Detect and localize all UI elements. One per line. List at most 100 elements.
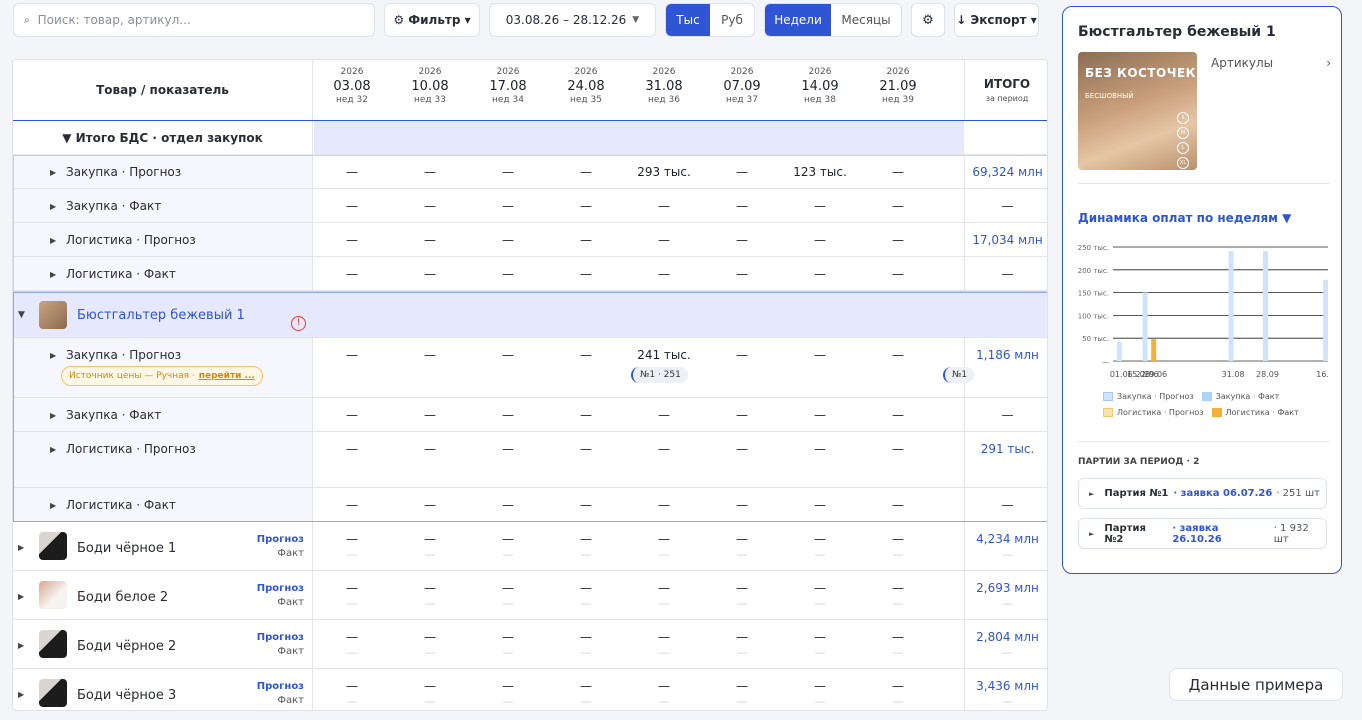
forecast-cell: — — [424, 532, 436, 546]
order-link[interactable]: · заявка 26.10.26 — [1172, 523, 1269, 545]
metric-row[interactable]: ▶Логистика · Прогноз—————————291 тыс. — [13, 432, 1047, 488]
chart-bar[interactable] — [1116, 341, 1122, 361]
product-row[interactable]: ▶ Боди чёрное 3 Прогноз Факт — — — — — — — — — — — — — — —… — [13, 669, 1047, 710]
expand-icon[interactable]: ▶ — [18, 592, 24, 601]
filter-button[interactable]: ⚙ Фильтр ▾ — [384, 3, 480, 37]
forecast-cell: — — [346, 581, 358, 595]
value-cell: 123 тыс. — [793, 165, 847, 179]
forecast-cell: — — [892, 532, 904, 546]
fact-cell: — — [580, 597, 592, 610]
forecast-fact-labels: Прогноз Факт — [256, 583, 304, 608]
total-cell: 1,186 млн — [964, 338, 1047, 397]
dynamics-dropdown[interactable]: Динамика оплат по неделям ▼ — [1078, 211, 1291, 225]
y-tick-label: 250 тыс. — [1078, 244, 1109, 252]
collapse-icon[interactable]: ▼ — [18, 310, 25, 320]
value-cell: — — [424, 442, 436, 456]
panel-title: Бюстгальтер бежевый 1 — [1078, 24, 1276, 40]
value-cell: — — [736, 348, 748, 362]
value-cell: — — [658, 267, 670, 281]
total-cell: 291 тыс. — [964, 432, 1047, 487]
party-item-1[interactable]: ► Партия №1 · заявка 06.07.26 · 251 шт — [1078, 478, 1327, 509]
chart-bar[interactable] — [1151, 339, 1157, 361]
value-cell: — — [736, 442, 748, 456]
fact-cell: — — [892, 597, 904, 610]
expand-icon[interactable]: ▶ — [18, 690, 24, 699]
expand-icon[interactable]: ▶ — [50, 411, 56, 420]
search-input[interactable]: ⌕ Поиск: товар, артикул... — [13, 3, 375, 37]
batch-pill[interactable]: №1 · 251 — [631, 367, 688, 383]
product-row[interactable]: ▶ Боди чёрное 2 Прогноз Факт — — — — — — — — — — — — — — —… — [13, 620, 1047, 669]
value-cell: — — [424, 408, 436, 422]
expanded-product-row[interactable]: ▼ Бюстгальтер бежевый 1 ! — [13, 292, 1047, 338]
fact-cell: — — [814, 597, 826, 610]
expand-icon[interactable]: ▶ — [50, 202, 56, 211]
chart-bar[interactable] — [1323, 279, 1328, 361]
fact-cell: — — [346, 646, 358, 659]
articles-link[interactable]: Артикулы › — [1211, 56, 1331, 70]
export-button[interactable]: ↓ Экспорт ▾ — [954, 3, 1039, 37]
price-source-link[interactable]: перейти ... — [199, 371, 255, 381]
product-row[interactable]: ▶ Боди белое 2 Прогноз Факт — — — — — — — — — — — — — — — —… — [13, 571, 1047, 620]
value-cell: — — [736, 165, 748, 179]
product-thumbnail — [39, 581, 67, 609]
fact-cell: — — [736, 695, 748, 708]
expanded-product-name[interactable]: Бюстгальтер бежевый 1 — [77, 308, 245, 323]
order-link[interactable]: · заявка 06.07.26 — [1173, 488, 1272, 499]
week-column-header: 2026 31.08 нед 36 — [645, 67, 683, 105]
week-column-header: 2026 17.08 нед 34 — [489, 67, 527, 105]
expand-icon[interactable]: ▶ — [50, 236, 56, 245]
forecast-cell: — — [736, 679, 748, 693]
expand-icon[interactable]: ▶ — [50, 501, 56, 510]
fact-cell: — — [814, 548, 826, 561]
metric-row[interactable]: ▶ Закупка · Прогноз Источник цены — Ручная… — [13, 338, 1047, 398]
chart-bar[interactable] — [1228, 251, 1234, 361]
expand-icon[interactable]: ▶ — [50, 168, 56, 177]
expand-icon[interactable]: ▶ — [50, 270, 56, 279]
expand-icon[interactable]: ▶ — [18, 641, 24, 650]
product-name[interactable]: Боди чёрное 3 — [77, 688, 176, 703]
product-name-cell: ▶ Боди чёрное 2 Прогноз Факт — [13, 620, 313, 668]
units-rubles-button[interactable]: Руб — [710, 4, 754, 36]
product-row[interactable]: ▶ Боди чёрное 1 Прогноз Факт — — — — — — — — — — — — — — —… — [13, 522, 1047, 571]
units-thousands-button[interactable]: Тыс — [666, 4, 710, 36]
product-photo: БЕЗ КОСТОЧЕК БЕСШОВНЫЙ S M L XL — [1078, 52, 1197, 170]
value-cell: — — [346, 498, 358, 512]
legend-swatch — [1103, 392, 1113, 401]
product-name-cell: ▶ Боди белое 2 Прогноз Факт — [13, 571, 313, 619]
forecast-cell: — — [814, 532, 826, 546]
party-item-2[interactable]: ► Партия №2 · заявка 26.10.26 · 1 932 шт — [1078, 518, 1327, 549]
price-source-badge[interactable]: Источник цены — Ручная · перейти ... — [61, 366, 263, 386]
expand-icon[interactable]: ▶ — [50, 351, 56, 360]
value-cell: — — [424, 199, 436, 213]
settings-button[interactable]: ⚙ — [911, 3, 945, 37]
table-header: Товар / показатель 2026 03.08 нед 32 2026 10… — [13, 60, 1047, 121]
warning-icon[interactable]: ! — [291, 316, 306, 331]
expand-icon[interactable]: ▶ — [18, 543, 24, 552]
value-cell: — — [580, 348, 592, 362]
metric-row[interactable]: ▶Логистика · Факт—————————— — [13, 257, 1047, 291]
product-name[interactable]: Боди белое 2 — [77, 590, 168, 605]
total-cell: 4,234 млн — — [964, 522, 1047, 570]
date-range-picker[interactable]: 03.08.26 – 28.12.26 ▼ — [489, 3, 656, 37]
period-months-button[interactable]: Месяцы — [831, 4, 901, 36]
product-details-panel: Бюстгальтер бежевый 1 БЕЗ КОСТОЧЕК БЕСШО… — [1062, 6, 1342, 574]
metric-row[interactable]: ▶Закупка · Факт—————————— — [13, 189, 1047, 223]
chart-bar[interactable] — [1263, 251, 1268, 361]
product-name-cell: ▶ Боди чёрное 3 Прогноз Факт — [13, 669, 313, 710]
metric-row[interactable]: ▶Закупка · Факт—————————— — [13, 398, 1047, 432]
batch-pill[interactable]: №1 — [943, 367, 975, 383]
product-name[interactable]: Боди чёрное 2 — [77, 639, 176, 654]
legend-swatch — [1201, 392, 1212, 401]
metric-row[interactable]: ▶Логистика · Факт—————————— — [13, 488, 1047, 522]
metric-row[interactable]: ▶Логистика · Прогноз—————————17,034 млн — [13, 223, 1047, 257]
chart-bar[interactable] — [1142, 292, 1148, 361]
metric-label: Закупка · Факт — [66, 408, 162, 422]
fact-cell: — — [346, 597, 358, 610]
group-summary-row[interactable]: ▼ Итого БДС · отдел закупок — [13, 121, 1047, 155]
product-name[interactable]: Боди чёрное 1 — [77, 541, 176, 556]
period-weeks-button[interactable]: Недели — [765, 4, 831, 36]
metric-row[interactable]: ▶ Закупка · Прогноз — — — — 293 тыс. — 123 тыс. —… — [13, 155, 1047, 189]
expand-icon[interactable]: ▶ — [50, 445, 56, 454]
example-data-button[interactable]: Данные примера — [1169, 668, 1343, 701]
fact-cell: — — [424, 646, 436, 659]
